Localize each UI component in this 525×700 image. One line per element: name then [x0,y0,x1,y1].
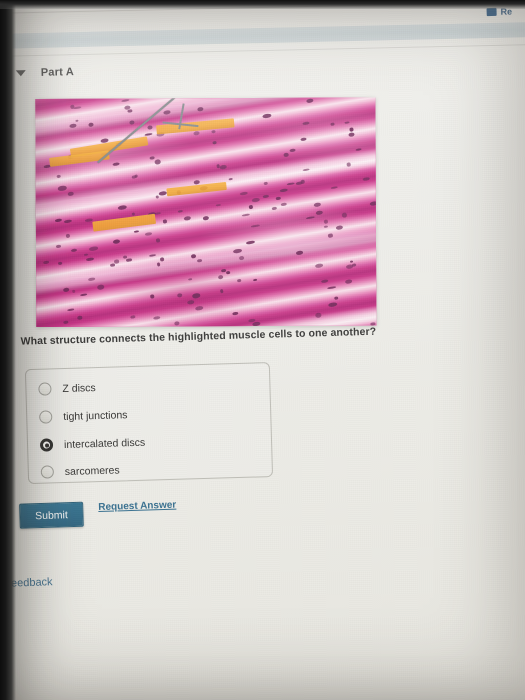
nucleus [174,320,180,326]
nucleus [345,263,354,269]
request-answer-link[interactable]: Request Answer [98,500,176,513]
book-icon [486,7,497,17]
nucleus [68,122,77,128]
nucleus [134,173,139,178]
answer-choices-box: Z discs tight junctions intercalated dis… [24,362,274,485]
part-a-header[interactable]: Part A [15,66,75,79]
histology-figure[interactable] [35,97,377,327]
choice-tight-junctions[interactable]: tight junctions [39,408,128,424]
choice-intercalated-discs[interactable]: intercalated discs [39,436,146,452]
nucleus [283,152,290,157]
screen-bezel-left [0,0,16,700]
nucleus [76,315,83,320]
nucleus [196,258,202,263]
screen-bezel-top [0,0,525,9]
submit-button[interactable]: Submit [19,501,84,529]
nucleus [348,127,354,133]
choice-label: Z discs [62,381,96,395]
radio-z-discs[interactable] [38,382,52,396]
radio-tight-junctions[interactable] [39,410,53,424]
choice-label: sarcomeres [64,463,120,478]
nucleus [57,184,67,191]
choice-label: intercalated discs [63,436,146,451]
nucleus [263,181,268,185]
part-a-label: Part A [40,66,75,79]
nucleus [159,257,165,262]
progress-band [6,21,525,49]
nucleus [57,261,63,265]
radio-intercalated-discs[interactable] [39,438,54,452]
caret-down-icon[interactable] [15,70,26,77]
nucleus [330,121,335,126]
nucleus [155,238,160,243]
nucleus [346,162,351,167]
choice-z-discs[interactable]: Z discs [38,381,96,396]
choice-label: tight junctions [63,408,128,423]
screen-surface: ‹ 20 of 31 › Re Part A [0,0,525,700]
question-text: What structure connects the highlighted … [20,325,377,348]
nucleus [271,206,277,210]
radio-sarcomeres[interactable] [40,465,55,479]
choice-sarcomeres[interactable]: sarcomeres [40,463,120,479]
screen-photo-frame: ‹ 20 of 31 › Re Part A [0,0,525,700]
mastering-question-page: ‹ 20 of 31 › Re Part A [0,0,525,700]
tissue-mottle-layer [35,97,377,327]
